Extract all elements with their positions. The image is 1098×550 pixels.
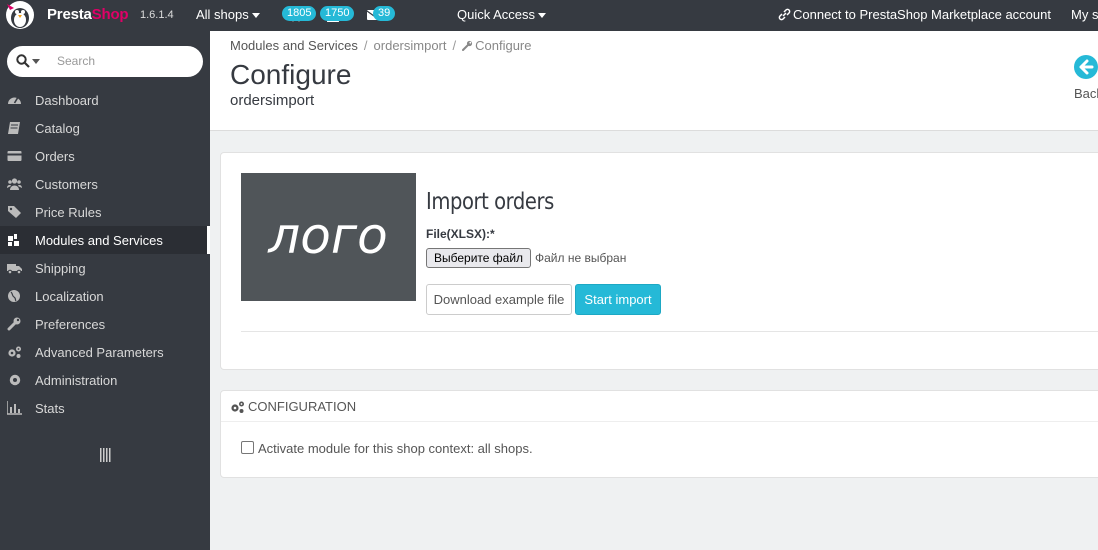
orders-badge: 1805 [282,6,317,21]
choose-file-button[interactable]: Выберите файл [426,248,532,268]
search-icon[interactable] [16,54,30,68]
my-shop-link[interactable]: My s [1071,7,1098,22]
customers-badge: 1750 [320,6,355,21]
sidebar-item-label: Customers [35,177,98,192]
module-logo: лого [241,173,416,301]
sidebar-item-price-rules[interactable]: Price Rules [0,198,210,226]
sidebar-item-label: Dashboard [35,93,99,108]
activate-module-label[interactable]: Activate module for this shop context: a… [258,441,533,456]
breadcrumb-item: Configure [475,38,532,53]
breadcrumb-item[interactable]: ordersimport [374,38,447,53]
sidebar: Search Dashboard Catalog Orders Customer… [0,31,210,550]
breadcrumb-item[interactable]: Modules and Services [230,38,358,53]
sidebar-item-label: Preferences [35,317,106,332]
truck-icon [7,264,22,275]
page-title: Configure [230,59,352,90]
sidebar-item-modules[interactable]: Modules and Services [0,226,210,254]
sidebar-item-label: Advanced Parameters [35,345,164,360]
import-title: Import orders [426,189,554,215]
chevron-down-icon [538,13,547,19]
users-icon [7,178,22,190]
sidebar-item-label: Stats [35,401,65,416]
tags-icon [8,206,21,218]
sidebar-item-orders[interactable]: Orders [0,142,210,170]
brand-name[interactable]: PrestaShop [47,6,129,23]
breadcrumb: Modules and Services / ordersimport / Config… [230,38,532,53]
link-icon [778,8,791,21]
quick-access-label: Quick Access [457,7,536,22]
bar-chart-icon [7,401,22,415]
arrow-left-circle-icon [1074,55,1098,79]
puzzle-icon [8,234,19,246]
cogs-icon [8,346,21,358]
quick-access-menu[interactable]: Quick Access [457,7,547,22]
messages-badge: 39 [373,6,396,21]
file-status: Файл не выбран [535,251,627,265]
top-bar: PrestaShop 1.6.1.4 All shops 1805 1750 3… [0,0,1098,31]
shop-selector-label: All shops [196,7,249,22]
gear-icon [9,374,21,386]
envelope-icon[interactable]: 39 [366,6,396,22]
shop-selector[interactable]: All shops [196,7,260,22]
divider [241,331,1098,332]
chevron-down-icon[interactable] [32,59,40,64]
globe-icon [8,290,20,302]
chevron-down-icon [251,13,260,19]
cart-icon[interactable]: 1805 [282,6,317,22]
version-label: 1.6.1.4 [140,9,174,21]
sidebar-item-stats[interactable]: Stats [0,394,210,422]
svg-text:лого: лого [267,207,387,265]
sidebar-menu: Dashboard Catalog Orders Customers Price… [0,86,210,422]
wrench-icon [7,317,21,331]
activate-module-checkbox[interactable] [241,441,254,454]
cogs-icon [231,401,244,413]
sidebar-item-label: Modules and Services [35,233,163,248]
sidebar-item-label: Shipping [35,261,86,276]
sidebar-item-dashboard[interactable]: Dashboard [0,86,210,114]
start-import-button[interactable]: Start import [575,284,661,315]
sidebar-item-label: Catalog [35,121,80,136]
search-input[interactable]: Search [57,54,95,68]
sidebar-item-customers[interactable]: Customers [0,170,210,198]
back-button-label: Back [1074,86,1098,101]
sidebar-item-catalog[interactable]: Catalog [0,114,210,142]
sidebar-item-advanced-parameters[interactable]: Advanced Parameters [0,338,210,366]
dashboard-icon [8,97,21,104]
back-button[interactable]: Back [1074,55,1098,105]
configuration-title: Configuration [248,399,357,414]
download-example-button[interactable]: Download example file [426,284,572,315]
sidebar-item-label: Orders [35,149,75,164]
sidebar-item-label: Localization [35,289,104,304]
sidebar-item-label: Administration [35,373,118,388]
book-icon [8,122,20,134]
marketplace-connect-link[interactable]: Connect to PrestaShop Marketplace accoun… [778,7,1051,22]
sidebar-item-shipping[interactable]: Shipping [0,254,210,282]
sidebar-item-label: Price Rules [35,205,102,220]
configuration-heading: Configuration [221,391,1098,422]
sidebar-item-administration[interactable]: Administration [0,366,210,394]
user-icon[interactable]: 1750 [320,6,355,22]
page-subtitle: ordersimport [230,92,315,109]
import-panel: лого Import orders File(XLSX):* Выберите… [220,152,1098,370]
page-header: Modules and Services / ordersimport / Config… [210,31,1098,131]
collapse-sidebar-icon[interactable] [100,448,111,462]
sidebar-item-localization[interactable]: Localization [0,282,210,310]
prestashop-logo-icon[interactable] [4,0,36,30]
marketplace-connect-label: Connect to PrestaShop Marketplace accoun… [793,7,1051,22]
credit-card-icon [7,151,22,161]
wrench-icon [462,40,473,51]
search-bar[interactable]: Search [7,46,203,77]
file-label: File(XLSX):* [426,227,495,241]
configuration-panel: Configuration Activate module for this s… [220,390,1098,478]
sidebar-item-preferences[interactable]: Preferences [0,310,210,338]
